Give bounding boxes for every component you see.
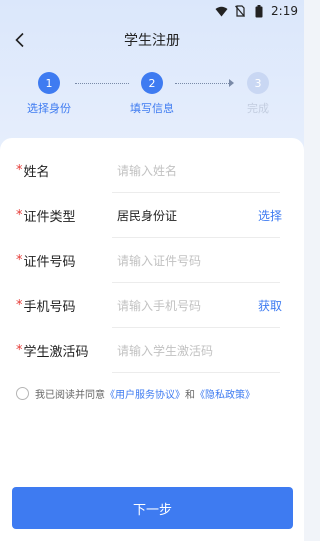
phone-input[interactable] xyxy=(117,294,247,317)
select-id-type-button[interactable]: 选择 xyxy=(258,207,282,224)
page-title: 学生注册 xyxy=(124,33,180,49)
required-mark: * xyxy=(16,298,23,313)
id-type-label: 证件类型 xyxy=(23,210,76,225)
field-label-wrap: * 证件类型 xyxy=(16,206,76,225)
agreement-row: 我已阅读并同意 《用户服务协议》 和 《隐私政策》 xyxy=(16,386,255,401)
field-label-wrap: * 姓名 xyxy=(16,161,50,180)
id-type-value: 居民身份证 xyxy=(117,209,178,223)
field-label-wrap: * 学生激活码 xyxy=(16,341,89,360)
status-bar: 2:19 xyxy=(0,0,304,22)
required-mark: * xyxy=(16,343,23,358)
step-number: 3 xyxy=(247,72,269,94)
progress-stepper: 1 选择身份 2 填写信息 3 完成 xyxy=(0,72,304,128)
name-row: * 姓名 xyxy=(0,148,304,193)
agree-checkbox[interactable] xyxy=(16,387,29,400)
required-mark: * xyxy=(16,163,23,178)
id-number-input[interactable] xyxy=(117,249,247,272)
status-time: 2:19 xyxy=(271,4,298,18)
battery-icon xyxy=(252,4,266,18)
field-label-wrap: * 证件号码 xyxy=(16,251,76,270)
required-mark: * xyxy=(16,253,23,268)
name-label: 姓名 xyxy=(23,165,50,180)
phone-row: * 手机号码 获取 xyxy=(0,283,304,328)
agreement-prefix: 我已阅读并同意 xyxy=(35,390,105,401)
get-code-button[interactable]: 获取 xyxy=(258,297,282,314)
user-agreement-link[interactable]: 《用户服务协议》 xyxy=(105,386,185,401)
step-label: 填写信息 xyxy=(130,102,174,115)
activation-code-row: * 学生激活码 xyxy=(0,328,304,373)
id-type-row[interactable]: * 证件类型 居民身份证 选择 xyxy=(0,193,304,238)
activation-code-label: 学生激活码 xyxy=(23,345,89,360)
field-label-wrap: * 手机号码 xyxy=(16,296,76,315)
chevron-left-icon xyxy=(15,32,24,48)
phone-label: 手机号码 xyxy=(23,300,76,315)
form-card: * 姓名 * 证件类型 居民身份证 选择 * 证件号码 * 手机号码 获取 xyxy=(0,138,304,541)
no-sim-icon xyxy=(233,4,247,18)
required-mark: * xyxy=(16,208,23,223)
step-number: 2 xyxy=(141,72,163,94)
privacy-policy-link[interactable]: 《隐私政策》 xyxy=(195,386,255,401)
name-input[interactable] xyxy=(117,159,247,182)
navigation-bar: 学生注册 xyxy=(0,22,304,58)
wifi-icon xyxy=(214,4,228,18)
activation-code-input[interactable] xyxy=(117,339,247,362)
step-2: 2 填写信息 xyxy=(112,72,192,116)
id-number-row: * 证件号码 xyxy=(0,238,304,283)
step-label: 完成 xyxy=(247,102,269,115)
step-label: 选择身份 xyxy=(27,102,71,115)
id-number-label: 证件号码 xyxy=(23,255,76,270)
divider xyxy=(112,372,280,373)
step-3: 3 完成 xyxy=(218,72,298,116)
step-number: 1 xyxy=(38,72,60,94)
next-button[interactable]: 下一步 xyxy=(12,487,293,529)
back-button[interactable] xyxy=(8,28,32,52)
step-1: 1 选择身份 xyxy=(9,72,89,116)
agreement-conjunction: 和 xyxy=(185,390,195,401)
